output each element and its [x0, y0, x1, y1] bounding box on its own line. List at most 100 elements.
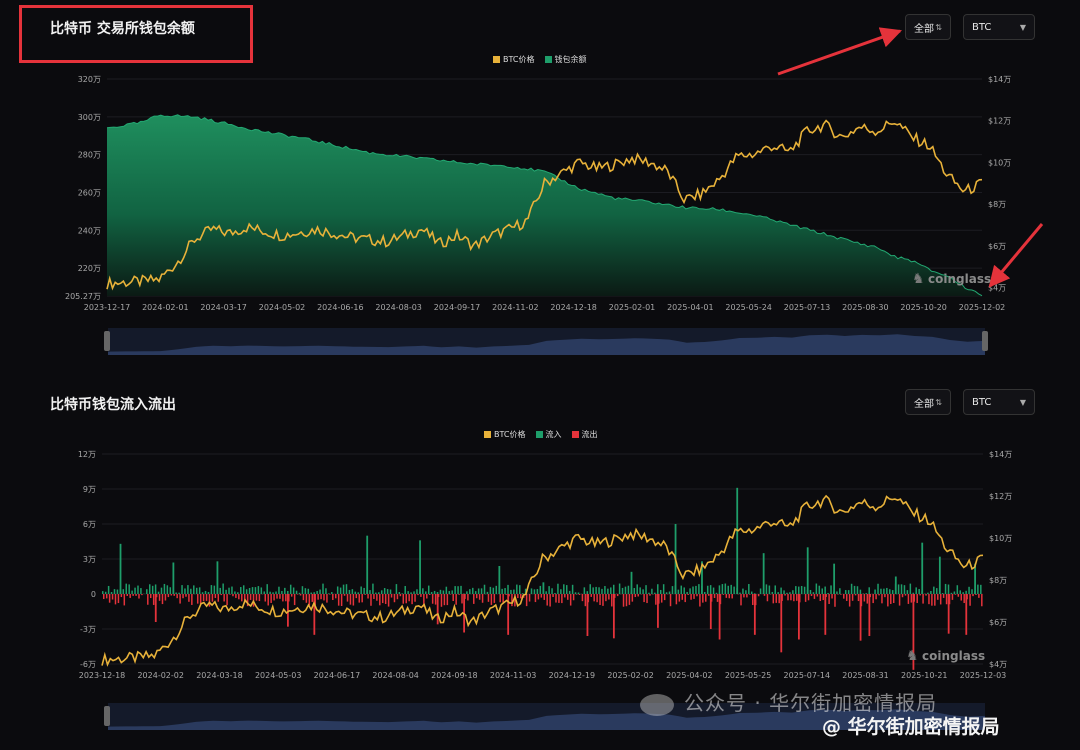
- inflow-bar: [116, 589, 119, 594]
- inflow-bar: [213, 585, 216, 594]
- inflow-bar: [301, 586, 304, 594]
- outflow-bar: [804, 594, 807, 602]
- inflow-bar: [736, 487, 739, 594]
- navigator-handle-left[interactable]: [104, 706, 110, 726]
- outflow-bar: [428, 594, 431, 595]
- outflow-bar: [161, 594, 164, 605]
- outflow-bar: [267, 594, 269, 606]
- watermark-text: coinglass: [922, 649, 985, 663]
- outflow-bar: [249, 594, 252, 600]
- x-tick-label: 2024-08-04: [372, 671, 419, 680]
- inflow-bar: [266, 584, 268, 594]
- inflow-bar: [292, 587, 295, 594]
- inflow-bar: [554, 592, 556, 594]
- inflow-bar: [201, 592, 204, 594]
- y-tick-label: 0: [91, 590, 96, 599]
- inflow-bar: [228, 587, 230, 594]
- outflow-bar: [564, 594, 566, 598]
- outflow-bar: [467, 594, 469, 601]
- x-tick-label: 2024-05-02: [259, 303, 306, 312]
- inflow-bar: [436, 592, 439, 594]
- inflow-bar: [745, 590, 747, 594]
- outflow-bar: [311, 594, 314, 602]
- inflow-bar: [257, 586, 260, 594]
- outflow-bar: [892, 594, 895, 604]
- outflow-bar: [361, 594, 363, 603]
- inflow-bar: [216, 561, 219, 594]
- outflow-bar: [872, 594, 874, 604]
- outflow-bar: [972, 594, 974, 597]
- inflow-bar: [442, 590, 445, 594]
- outflow-bar: [878, 594, 880, 596]
- inflow-bar: [589, 584, 591, 594]
- wechat-icon: [640, 694, 674, 716]
- inflow-bar: [941, 593, 944, 594]
- inflow-bar: [739, 592, 741, 594]
- outflow-bar: [552, 594, 554, 598]
- outflow-bar: [473, 594, 475, 604]
- outflow-bar: [931, 594, 933, 606]
- y-right-tick-label: $4万: [989, 660, 1007, 669]
- x-tick-label: 2025-08-31: [842, 671, 889, 680]
- inflow-bar: [633, 588, 636, 594]
- inflow-bar: [313, 592, 315, 594]
- outflow-bar: [164, 594, 167, 601]
- outflow-bar: [942, 594, 945, 598]
- inflow-bar: [610, 587, 612, 594]
- inflow-bar: [959, 590, 962, 594]
- inflow-bar: [598, 587, 600, 594]
- outflow-bar: [608, 594, 610, 600]
- inflow-bar: [800, 586, 803, 594]
- outflow-bar: [349, 594, 352, 605]
- inflow-bar: [856, 586, 859, 594]
- outflow-bar: [605, 594, 607, 602]
- outflow-bar: [743, 594, 745, 598]
- outflow-bar: [816, 594, 819, 597]
- outflow-bar: [922, 594, 924, 604]
- outflow-bar: [111, 594, 114, 600]
- inflow-bar: [662, 584, 665, 594]
- outflow-bar: [622, 594, 625, 607]
- inflow-bar: [222, 583, 224, 594]
- inflow-bar: [125, 583, 127, 594]
- inflow-bar: [853, 585, 856, 594]
- outflow-bar: [646, 594, 648, 604]
- outflow-bar: [887, 594, 889, 607]
- inflow-bar: [827, 592, 829, 594]
- outflow-bar: [396, 594, 399, 600]
- outflow-bar: [334, 594, 337, 599]
- outflow-bar: [868, 594, 871, 636]
- balance-chart[interactable]: 205.27万220万240万260万280万300万320万$4万$6万$8万…: [0, 0, 1080, 370]
- inflow-bar: [110, 591, 113, 594]
- inflow-bar: [880, 588, 882, 594]
- y-right-tick-label: $14万: [989, 450, 1012, 459]
- inflow-bar: [927, 592, 929, 594]
- y-tick-label: 220万: [78, 264, 101, 273]
- x-tick-label: 2024-02-01: [142, 303, 189, 312]
- outflow-bar: [713, 594, 716, 599]
- inflow-bar: [571, 584, 574, 594]
- x-tick-label: 2024-09-18: [431, 671, 478, 680]
- inflow-bar: [513, 589, 515, 594]
- inflow-bar: [780, 587, 782, 594]
- inflow-bar: [762, 553, 765, 594]
- outflow-bar: [132, 594, 134, 596]
- inflow-bar: [818, 585, 821, 594]
- y-right-tick-label: $8万: [989, 576, 1007, 585]
- x-tick-label: 2025-10-21: [901, 671, 948, 680]
- coinglass-watermark: ♞ coinglass: [912, 271, 991, 287]
- inflow-bar: [486, 591, 489, 594]
- outflow-bar: [436, 594, 439, 625]
- inflow-bar: [104, 591, 107, 594]
- navigator-handle-left[interactable]: [104, 331, 110, 351]
- inflow-bar: [410, 592, 412, 594]
- outflow-bar: [379, 594, 381, 606]
- inflow-bar: [704, 591, 706, 594]
- inflow-bar: [122, 589, 125, 594]
- outflow-bar: [405, 594, 407, 604]
- inflow-bar: [748, 584, 750, 594]
- navigator-handle-right[interactable]: [982, 331, 988, 351]
- inflow-bar: [891, 590, 894, 594]
- x-tick-label: 2024-11-03: [490, 671, 537, 680]
- inflow-bar: [730, 584, 732, 594]
